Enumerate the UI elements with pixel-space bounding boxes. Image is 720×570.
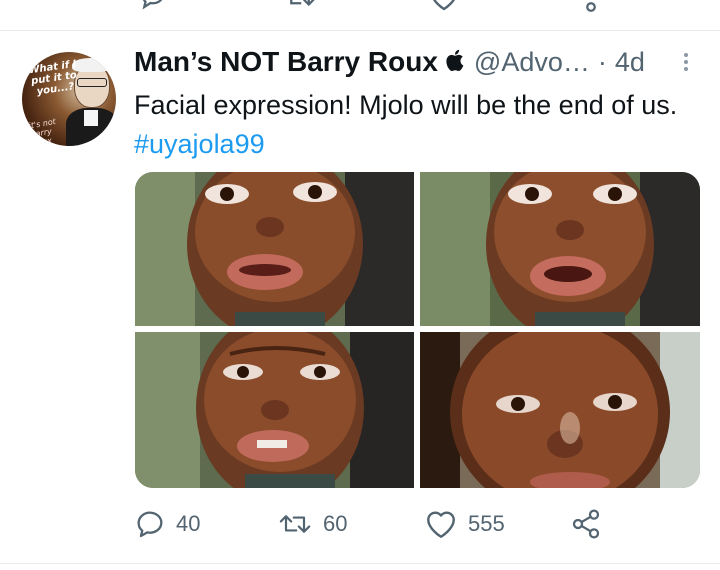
retweet-icon xyxy=(279,515,311,533)
reply-icon[interactable] xyxy=(138,0,168,12)
media-grid xyxy=(135,172,700,488)
heart-icon[interactable] xyxy=(428,0,460,12)
top-divider xyxy=(0,30,720,31)
tweet-timestamp[interactable]: 4d xyxy=(615,47,645,78)
share-icon[interactable] xyxy=(576,0,606,12)
tweet-text: Facial expression! Mjolo will be the end… xyxy=(134,86,704,164)
heart-icon xyxy=(427,511,455,538)
tweet-body: Facial expression! Mjolo will be the end… xyxy=(134,90,678,120)
tweet-actions: 40 60 555 xyxy=(134,506,614,542)
previous-tweet-actions xyxy=(0,0,720,22)
like-button[interactable]: 555 xyxy=(424,506,505,542)
reply-button[interactable]: 40 xyxy=(134,506,200,542)
like-count: 555 xyxy=(468,511,505,536)
retweet-count: 60 xyxy=(323,511,348,536)
media-photo-2[interactable] xyxy=(420,172,700,326)
avatar-subtext: it's not Barry Roux xyxy=(27,116,57,146)
hashtag-link[interactable]: #uyajola99 xyxy=(134,129,265,159)
author-handle[interactable]: @Advo… xyxy=(474,47,590,78)
media-photo-1[interactable] xyxy=(135,172,414,326)
retweet-button[interactable]: 60 xyxy=(277,506,347,542)
share-icon xyxy=(572,509,600,539)
avatar-collar xyxy=(84,110,98,126)
author-name[interactable]: Man’s NOT Barry Roux xyxy=(134,46,438,78)
apple-icon xyxy=(446,48,466,77)
separator-dot: · xyxy=(597,46,607,77)
share-button[interactable] xyxy=(570,506,602,542)
tweet-header: Man’s NOT Barry Roux @Advo… · 4d xyxy=(134,44,645,80)
bottom-divider xyxy=(0,563,720,564)
retweet-icon[interactable] xyxy=(282,0,318,12)
media-photo-4[interactable] xyxy=(420,332,700,488)
media-photo-3[interactable] xyxy=(135,332,414,488)
avatar[interactable]: What if I put it to you...? it's not Bar… xyxy=(22,52,116,146)
reply-count: 40 xyxy=(176,511,201,536)
reply-icon xyxy=(137,511,163,538)
more-options-icon[interactable] xyxy=(676,50,696,76)
